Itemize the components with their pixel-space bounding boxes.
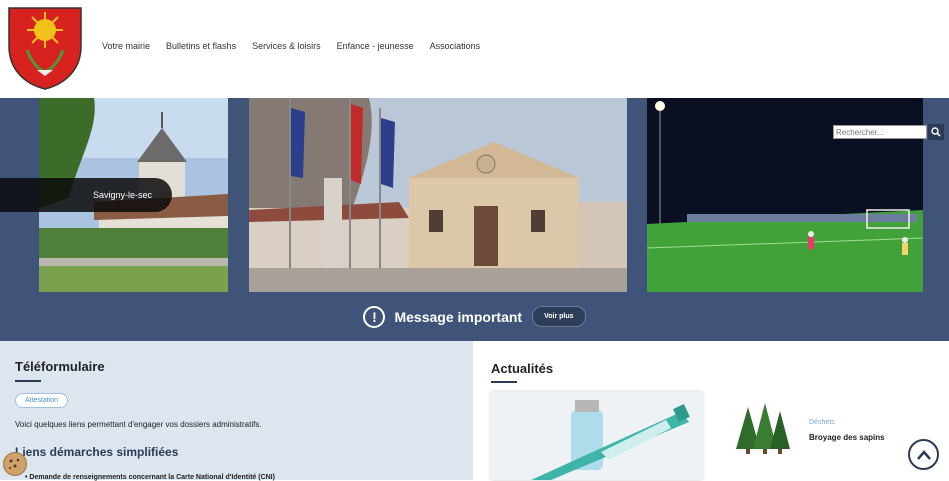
teleform-description: Voici quelques liens permettant d'engage… bbox=[15, 420, 262, 429]
news-image-syringe[interactable] bbox=[491, 392, 702, 480]
search-bar bbox=[833, 124, 944, 140]
nav-enfance-jeunesse[interactable]: Enfance - jeunesse bbox=[337, 41, 414, 51]
teleform-title: Téléformulaire bbox=[15, 359, 105, 374]
news-item-title[interactable]: Broyage des sapins bbox=[809, 433, 885, 442]
news-title-underline bbox=[491, 381, 517, 383]
nav-votre-mairie[interactable]: Votre mairie bbox=[102, 41, 150, 51]
news-title: Actualités bbox=[491, 361, 554, 376]
town-label: Savigny-le-sec bbox=[0, 178, 172, 212]
links-title: Liens démarches simplifiées bbox=[15, 445, 179, 459]
cookie-icon[interactable] bbox=[3, 452, 27, 476]
main-nav: Votre mairie Bulletins et flashs Service… bbox=[102, 41, 496, 51]
site-header: Votre mairie Bulletins et flashs Service… bbox=[0, 0, 949, 98]
chevron-up-icon bbox=[916, 449, 931, 460]
title-underline bbox=[15, 380, 41, 382]
search-input[interactable] bbox=[833, 125, 927, 139]
search-button[interactable] bbox=[928, 124, 944, 140]
nav-associations[interactable]: Associations bbox=[430, 41, 481, 51]
nav-services-loisirs[interactable]: Services & loisirs bbox=[252, 41, 321, 51]
coat-of-arms-icon[interactable] bbox=[7, 6, 83, 90]
attestation-tag[interactable]: Attestation bbox=[15, 393, 69, 408]
christmas-trees-image[interactable] bbox=[734, 403, 792, 455]
search-icon bbox=[931, 127, 941, 137]
message-title: Message important bbox=[394, 308, 523, 325]
scroll-top-button[interactable] bbox=[908, 439, 939, 470]
news-category: Déchets bbox=[809, 419, 835, 426]
nav-bulletins[interactable]: Bulletins et flashs bbox=[166, 41, 236, 51]
see-more-button[interactable]: Voir plus bbox=[532, 306, 586, 327]
town-hall-photo bbox=[249, 98, 627, 292]
important-message-bar: ! Message important Voir plus bbox=[0, 292, 949, 341]
exclamation-icon: ! bbox=[363, 305, 386, 328]
